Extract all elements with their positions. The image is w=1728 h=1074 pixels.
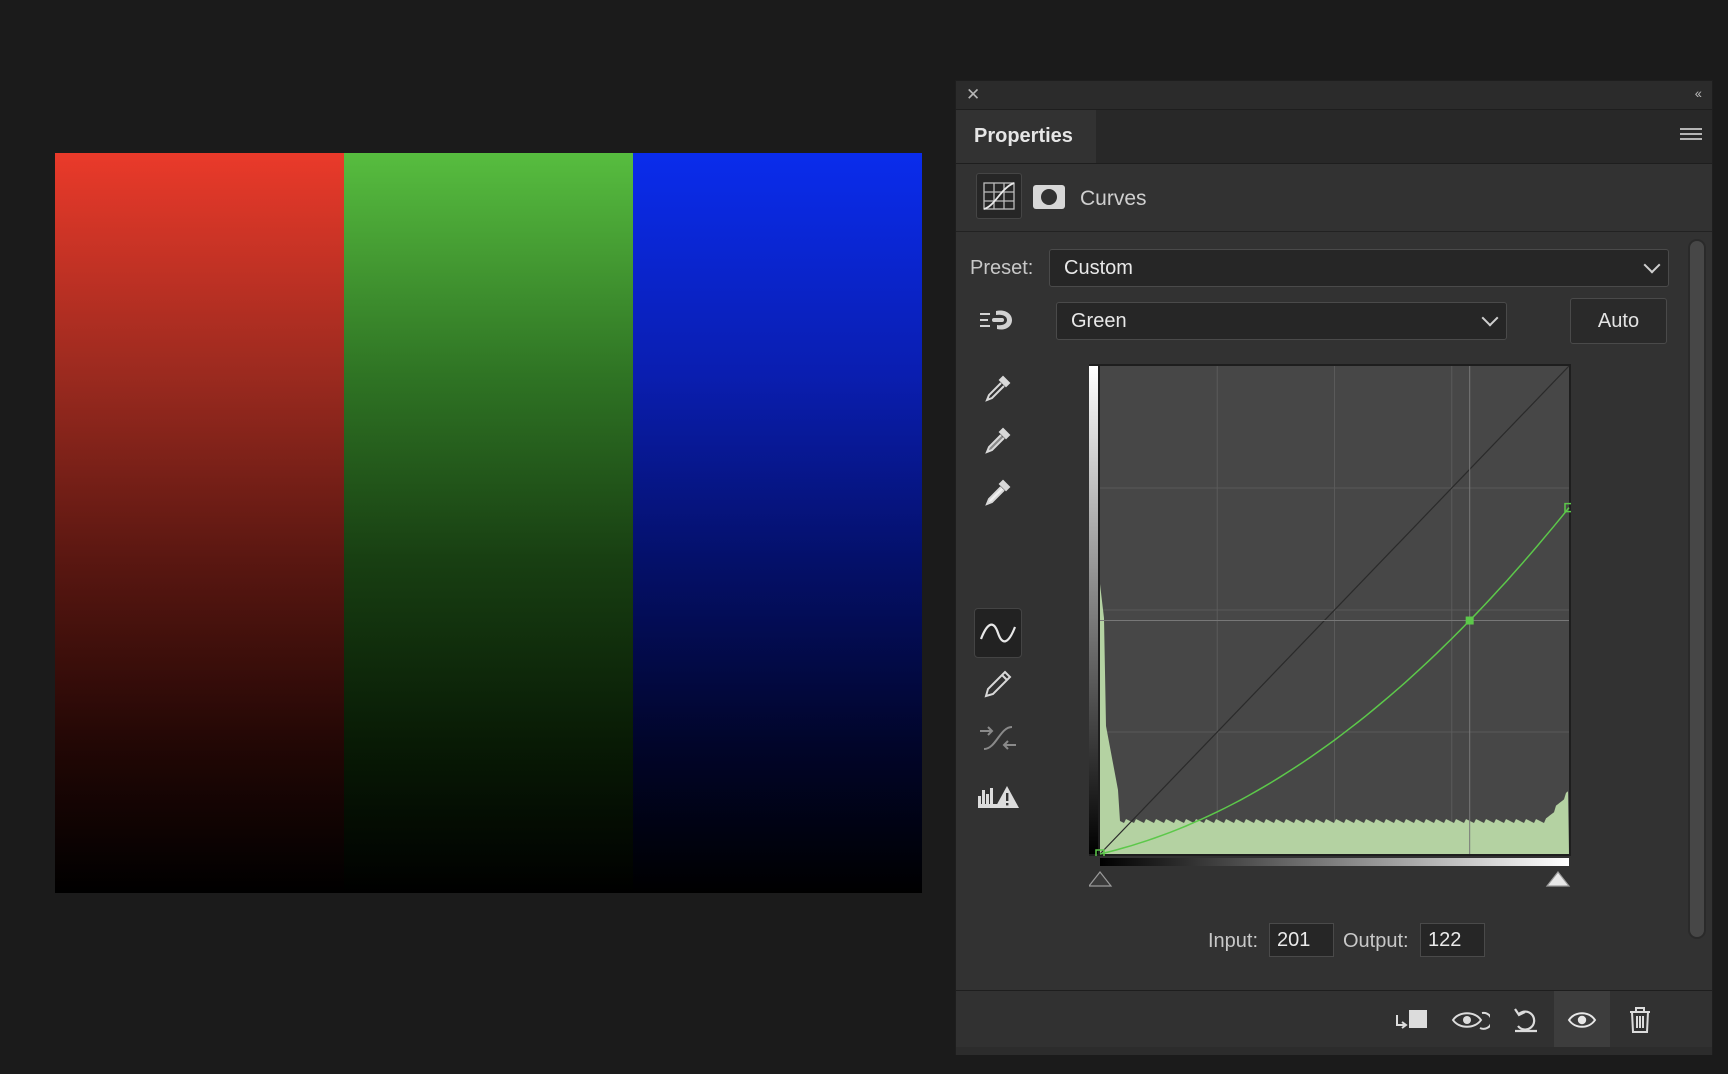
input-label: Input: [1208, 930, 1259, 952]
draw-curve-pencil-icon[interactable] [974, 661, 1022, 707]
tab-properties[interactable]: Properties [956, 110, 1096, 163]
smooth-curve-icon[interactable] [974, 715, 1022, 761]
properties-panel: ✕ ‹‹ Properties Curves Preset: Custom Gr… [955, 80, 1713, 1055]
sample-white-point-icon[interactable] [974, 469, 1022, 515]
document-image [55, 153, 922, 893]
output-gradient-bar [1089, 366, 1098, 854]
channel-value: Green [1071, 310, 1127, 332]
view-previous-state-icon[interactable] [1442, 991, 1498, 1048]
input-gradient-slider[interactable] [1089, 856, 1571, 896]
clip-to-layer-icon[interactable] [1384, 991, 1440, 1048]
edit-points-curve-icon[interactable] [974, 608, 1022, 658]
reset-adjustment-icon[interactable] [1498, 991, 1554, 1048]
preset-value: Custom [1064, 257, 1133, 279]
preset-dropdown[interactable]: Custom [1049, 249, 1669, 287]
output-label: Output: [1343, 930, 1409, 952]
selected-curve-point[interactable] [1465, 616, 1474, 625]
chevron-down-icon [1481, 309, 1499, 327]
adjustment-title: Curves [1080, 187, 1147, 210]
layer-mask-icon[interactable] [1033, 185, 1065, 209]
scrollbar-thumb[interactable] [1690, 241, 1704, 937]
panel-resize-grip[interactable] [956, 1047, 1712, 1055]
panel-menu-icon[interactable] [1680, 128, 1702, 142]
adjustment-header [956, 164, 1712, 232]
green-gradient-band [344, 153, 633, 893]
red-gradient-band [55, 153, 344, 893]
delete-adjustment-icon[interactable] [1612, 991, 1668, 1048]
sample-gray-point-icon[interactable] [974, 417, 1022, 463]
chevron-down-icon [1643, 256, 1661, 274]
white-point-slider-handle [1545, 871, 1571, 887]
toggle-visibility-icon[interactable] [1554, 991, 1610, 1048]
auto-button[interactable]: Auto [1570, 298, 1667, 344]
panel-bottom-toolbar [956, 990, 1712, 1048]
black-point-slider-handle [1089, 871, 1113, 887]
blue-gradient-band [633, 153, 922, 893]
panel-titlebar: ✕ ‹‹ [956, 81, 1712, 110]
clipping-warning-icon[interactable] [974, 773, 1022, 819]
panel-tab-row: Properties [956, 110, 1712, 164]
close-icon[interactable]: ✕ [966, 85, 980, 105]
sample-black-point-icon[interactable] [974, 365, 1022, 411]
input-output-row: Input: 201 Output: 122 [956, 921, 1712, 961]
channel-dropdown[interactable]: Green [1056, 302, 1507, 340]
output-field[interactable]: 122 [1420, 923, 1485, 957]
input-gradient-bar [1100, 858, 1569, 866]
panel-scrollbar[interactable] [1688, 239, 1706, 939]
preset-label: Preset: [970, 257, 1034, 279]
curves-graph[interactable] [1089, 364, 1571, 856]
targeted-adjustment-icon[interactable] [978, 305, 1018, 337]
input-field[interactable]: 201 [1269, 923, 1334, 957]
curves-adjustment-icon[interactable] [976, 173, 1022, 219]
collapse-panel-icon[interactable]: ‹‹ [1695, 85, 1702, 101]
